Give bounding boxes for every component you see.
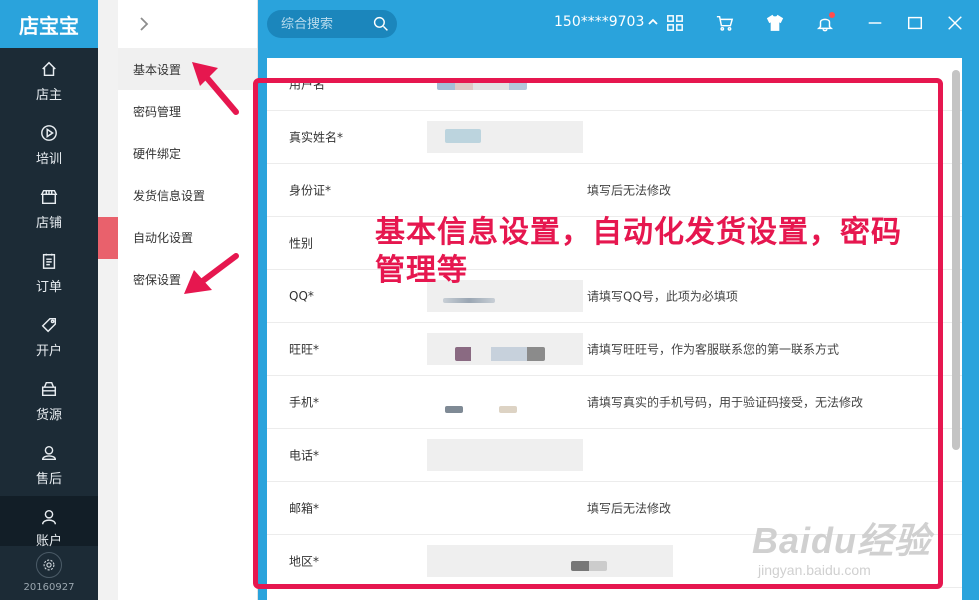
sidebar-footer: 20160927 (0, 544, 98, 600)
close-icon[interactable] (944, 12, 966, 34)
field-label: 身份证* (289, 183, 332, 198)
clipboard-icon (38, 250, 60, 272)
field-hint: 请填写旺旺号，作为客服联系您的第一联系方式 (587, 342, 840, 357)
version-label: 20160927 (23, 581, 75, 593)
arrow-annotation (192, 62, 239, 115)
headset-icon (38, 442, 60, 464)
notification-dot (829, 12, 835, 18)
watermark-main: Baidu经验 (752, 520, 932, 561)
nav-item-orders[interactable]: 订单 (0, 240, 98, 304)
home-icon (38, 58, 60, 80)
top-bar: 150****9703 (258, 0, 979, 48)
masked-value (499, 406, 517, 413)
form-row-id-card: 身份证* 填写后无法修改 (267, 164, 962, 217)
phone-input[interactable] (427, 439, 583, 471)
active-marker (98, 217, 118, 259)
masked-value (443, 298, 495, 303)
box-icon (38, 378, 60, 400)
scrollbar[interactable] (952, 70, 960, 450)
masked-value (455, 347, 545, 361)
region-select[interactable] (427, 545, 673, 577)
form-row-wangwang: 旺旺* 请填写旺旺号，作为客服联系您的第一联系方式 (267, 323, 962, 376)
form-row-phone: 电话* (267, 429, 962, 482)
masked-value (445, 406, 463, 413)
nav-label: 订单 (35, 279, 62, 295)
chevron-up-icon (648, 18, 658, 25)
nav-label: 货源 (35, 407, 62, 423)
shirt-icon[interactable] (764, 12, 786, 34)
nav-item-after-sales[interactable]: 售后 (0, 432, 98, 496)
nav-label: 培训 (35, 151, 62, 167)
username: 150****9703 (554, 14, 645, 30)
form-row-mobile: 手机* 请填写真实的手机号码，用于验证码接受，无法修改 (267, 376, 962, 429)
field-hint: 请填写QQ号，此项为必填项 (587, 289, 738, 304)
nav-item-account[interactable]: 账户 (0, 496, 98, 549)
cart-icon[interactable] (714, 12, 736, 34)
arrow-annotation (184, 253, 239, 294)
field-hint: 填写后无法修改 (587, 501, 672, 516)
nav-item-store[interactable]: 店铺 (0, 176, 98, 240)
masked-value (445, 129, 481, 143)
menu-item-hardware-binding[interactable]: 硬件绑定 (118, 132, 257, 174)
grid-icon[interactable] (664, 12, 686, 34)
search-icon[interactable] (373, 16, 389, 32)
field-label: 旺旺* (289, 342, 320, 357)
minimize-icon[interactable] (864, 12, 886, 34)
field-label: QQ* (289, 289, 314, 303)
nav-label: 店主 (35, 87, 62, 103)
maximize-icon[interactable] (904, 12, 926, 34)
app-sidebar: 店宝宝 店主 培训 店铺 订单 开户 货源 售后 账户 20160927 (0, 0, 98, 600)
nav-item-supply[interactable]: 货源 (0, 368, 98, 432)
gear-icon[interactable] (36, 551, 62, 578)
nav-label: 店铺 (35, 215, 62, 231)
field-hint: 填写后无法修改 (587, 183, 672, 198)
nav-item-owner[interactable]: 店主 (0, 48, 98, 112)
nav-item-training[interactable]: 培训 (0, 112, 98, 176)
nav-item-account-open[interactable]: 开户 (0, 304, 98, 368)
field-hint: 请填写真实的手机号码，用于验证码接受，无法修改 (587, 395, 864, 410)
search-box[interactable] (267, 10, 397, 38)
watermark-sub: jingyan.baidu.com (758, 562, 871, 578)
play-icon (38, 122, 60, 144)
field-label: 手机* (289, 395, 320, 410)
search-input[interactable] (281, 16, 371, 32)
field-label: 电话* (289, 448, 320, 463)
menu-item-shipping-info[interactable]: 发货信息设置 (118, 174, 257, 216)
user-menu[interactable]: 150****9703 (554, 14, 658, 30)
masked-value (571, 561, 607, 571)
user-icon (38, 508, 60, 526)
nav-label: 售后 (35, 471, 62, 487)
masked-value (437, 80, 527, 90)
form-row-real-name: 真实姓名* (267, 111, 962, 164)
collapse-button[interactable] (118, 0, 257, 48)
app-logo[interactable]: 店宝宝 (0, 0, 98, 48)
field-label: 用户名 (289, 77, 326, 92)
field-label: 真实姓名* (289, 130, 344, 145)
nav-label: 开户 (35, 343, 62, 359)
annotation-text: 基本信息设置，自动化发货设置，密码管理等 (375, 215, 902, 288)
field-label: 地区* (289, 554, 320, 569)
field-label: 邮箱* (289, 501, 320, 516)
bell-icon[interactable] (814, 12, 836, 34)
form-row-username: 用户名 (267, 58, 962, 111)
store-icon (38, 186, 60, 208)
field-label: 性别 (289, 236, 314, 251)
watermark: Baidu经验 jingyan.baidu.com (752, 512, 972, 584)
chevron-right-icon (140, 17, 149, 31)
tag-icon (38, 314, 60, 336)
